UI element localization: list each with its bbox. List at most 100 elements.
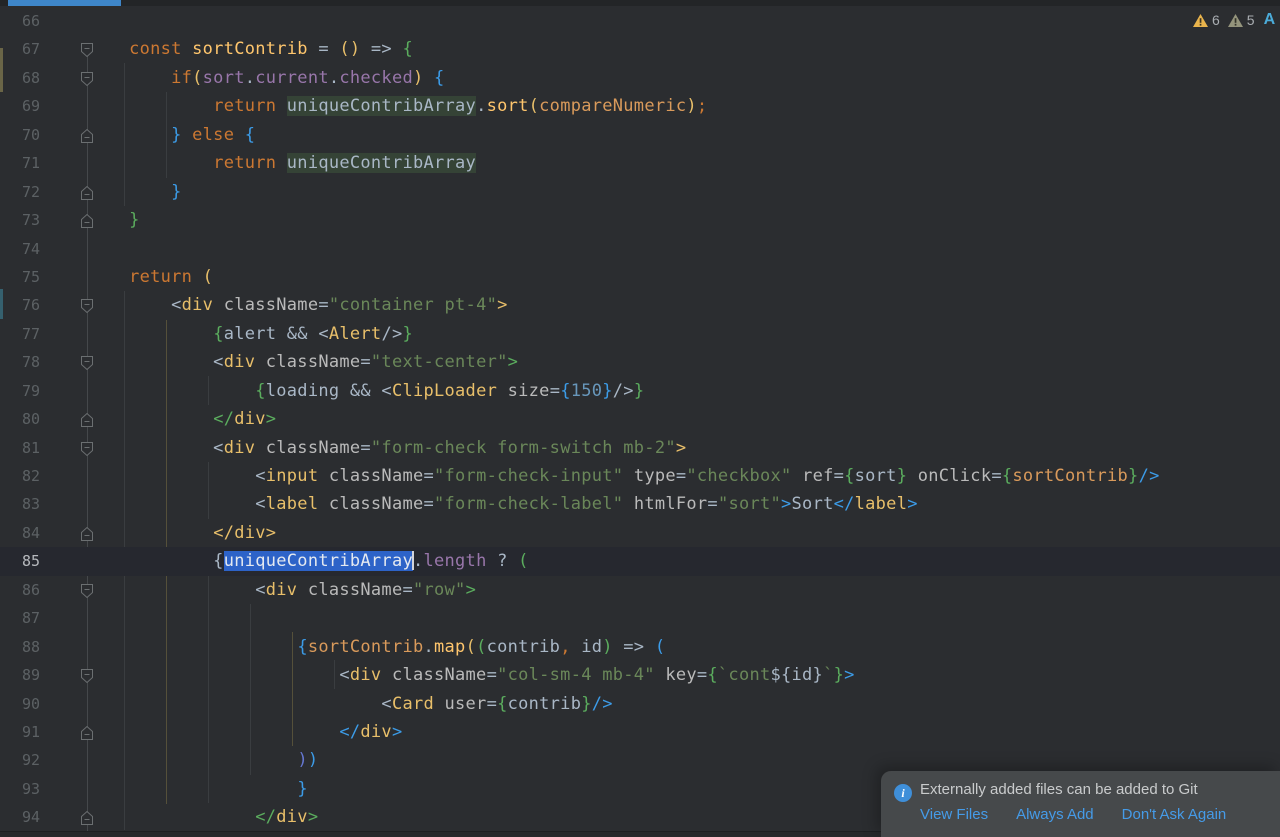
line-number[interactable]: 81 — [0, 434, 40, 462]
code-line-78[interactable]: 78 <div className="text-center"> — [0, 348, 1280, 376]
line-number[interactable]: 79 — [0, 377, 40, 405]
ide-editor-window: 66 67 const sortContrib = () => {68 if(so… — [0, 0, 1280, 837]
warning-icon — [1193, 13, 1208, 27]
code-token: = — [486, 665, 498, 686]
fold-end-icon[interactable] — [80, 213, 94, 229]
code-token: ( — [528, 96, 540, 117]
line-number[interactable]: 89 — [0, 661, 40, 689]
line-number[interactable]: 86 — [0, 576, 40, 604]
code-token: , — [560, 636, 571, 657]
inspections-widget[interactable]: 6 5 A — [1192, 11, 1275, 29]
code-line-70[interactable]: 70 } else { — [0, 121, 1280, 149]
fold-collapse-icon[interactable] — [80, 441, 94, 457]
line-number[interactable]: 75 — [0, 263, 40, 291]
fold-collapse-icon[interactable] — [80, 583, 94, 599]
code-line-91[interactable]: 91 </div> — [0, 718, 1280, 746]
line-number[interactable]: 80 — [0, 405, 40, 433]
line-number[interactable]: 85 — [0, 547, 40, 575]
code-line-89[interactable]: 89 <div className="col-sm-4 mb-4" key={`… — [0, 661, 1280, 689]
code-line-83[interactable]: 83 <label className="form-check-label" h… — [0, 490, 1280, 518]
code-line-74[interactable]: 74 — [0, 235, 1280, 263]
line-number[interactable]: 70 — [0, 121, 40, 149]
code-line-86[interactable]: 86 <div className="row"> — [0, 576, 1280, 604]
code-line-75[interactable]: 75 return ( — [0, 263, 1280, 291]
code-line-69[interactable]: 69 return uniqueContribArray.sort(compar… — [0, 92, 1280, 120]
notification-action-don-t-ask-again[interactable]: Don't Ask Again — [1122, 806, 1227, 823]
code-line-66[interactable]: 66 — [0, 7, 1280, 35]
fold-end-icon[interactable] — [80, 185, 94, 201]
notification-action-always-add[interactable]: Always Add — [1016, 806, 1094, 823]
code-line-82[interactable]: 82 <input className="form-check-input" t… — [0, 462, 1280, 490]
code-line-80[interactable]: 80 </div> — [0, 405, 1280, 433]
line-number[interactable]: 91 — [0, 718, 40, 746]
code-line-90[interactable]: 90 <Card user={contrib}/> — [0, 690, 1280, 718]
code-token: } — [602, 380, 613, 401]
line-number[interactable]: 78 — [0, 348, 40, 376]
code-token: = — [675, 466, 687, 486]
code-line-72[interactable]: 72 } — [0, 178, 1280, 206]
line-number[interactable]: 69 — [0, 92, 40, 120]
fold-end-icon[interactable] — [80, 725, 94, 741]
line-number[interactable]: 66 — [0, 7, 40, 35]
git-notification-balloon: i Externally added files can be added to… — [881, 771, 1280, 837]
code-token: = — [402, 579, 413, 600]
code-line-88[interactable]: 88 {sortContrib.map((contrib, id) => ( — [0, 633, 1280, 661]
fold-collapse-icon[interactable] — [80, 298, 94, 314]
code-token: sort — [486, 96, 529, 117]
line-number[interactable]: 93 — [0, 775, 40, 803]
notification-actions: View Files Always Add Don't Ask Again — [920, 806, 1226, 823]
fold-collapse-icon[interactable] — [80, 71, 94, 87]
fold-end-icon[interactable] — [80, 526, 94, 542]
code-token: div — [234, 409, 266, 430]
fold-collapse-icon[interactable] — [80, 42, 94, 58]
line-number[interactable]: 90 — [0, 690, 40, 718]
fold-collapse-icon[interactable] — [80, 668, 94, 684]
code-line-68[interactable]: 68 if(sort.current.checked) { — [0, 64, 1280, 92]
line-number[interactable]: 73 — [0, 206, 40, 234]
fold-end-icon[interactable] — [80, 810, 94, 826]
line-number[interactable]: 67 — [0, 35, 40, 63]
code-token: { — [244, 124, 256, 145]
line-number[interactable]: 84 — [0, 519, 40, 547]
line-number[interactable]: 72 — [0, 178, 40, 206]
notification-action-view-files[interactable]: View Files — [920, 806, 988, 823]
code-line-87[interactable]: 87 — [0, 604, 1280, 632]
code-token: `cont — [717, 665, 771, 686]
code-token: div — [265, 579, 298, 600]
code-line-76[interactable]: 76 <div className="container pt-4"> — [0, 291, 1280, 319]
code-token: const — [129, 39, 193, 60]
code-line-85[interactable]: 85 {uniqueContribArray.length ? ( — [0, 547, 1280, 576]
code-token: label — [265, 494, 319, 515]
code-line-67[interactable]: 67 const sortContrib = () => { — [0, 35, 1280, 63]
code-line-81[interactable]: 81 <div className="form-check form-switc… — [0, 434, 1280, 462]
code-line-77[interactable]: 77 {alert && <Alert/>} — [0, 320, 1280, 348]
code-line-84[interactable]: 84 </div> — [0, 519, 1280, 547]
line-number[interactable]: 83 — [0, 490, 40, 518]
line-number[interactable]: 77 — [0, 320, 40, 348]
code-token: div — [349, 665, 382, 686]
line-number[interactable]: 82 — [0, 462, 40, 490]
line-number[interactable]: 87 — [0, 604, 40, 632]
code-line-71[interactable]: 71 return uniqueContribArray — [0, 149, 1280, 177]
code-token: = — [318, 295, 329, 316]
line-number[interactable]: 92 — [0, 746, 40, 774]
code-token: 150 — [570, 380, 603, 401]
line-number[interactable]: 68 — [0, 64, 40, 92]
code-token: /> — [612, 380, 634, 401]
line-number[interactable]: 94 — [0, 803, 40, 831]
code-token: div — [223, 437, 256, 458]
line-number[interactable]: 71 — [0, 149, 40, 177]
line-number[interactable]: 74 — [0, 235, 40, 263]
notification-message: Externally added files can be added to G… — [920, 781, 1198, 798]
fold-end-icon[interactable] — [80, 128, 94, 144]
fold-collapse-icon[interactable] — [80, 355, 94, 371]
code-line-73[interactable]: 73 } — [0, 206, 1280, 234]
line-number[interactable]: 76 — [0, 291, 40, 319]
line-number[interactable]: 88 — [0, 633, 40, 661]
fold-end-icon[interactable] — [80, 412, 94, 428]
code-line-79[interactable]: 79 {loading && <ClipLoader size={150}/>} — [0, 377, 1280, 405]
